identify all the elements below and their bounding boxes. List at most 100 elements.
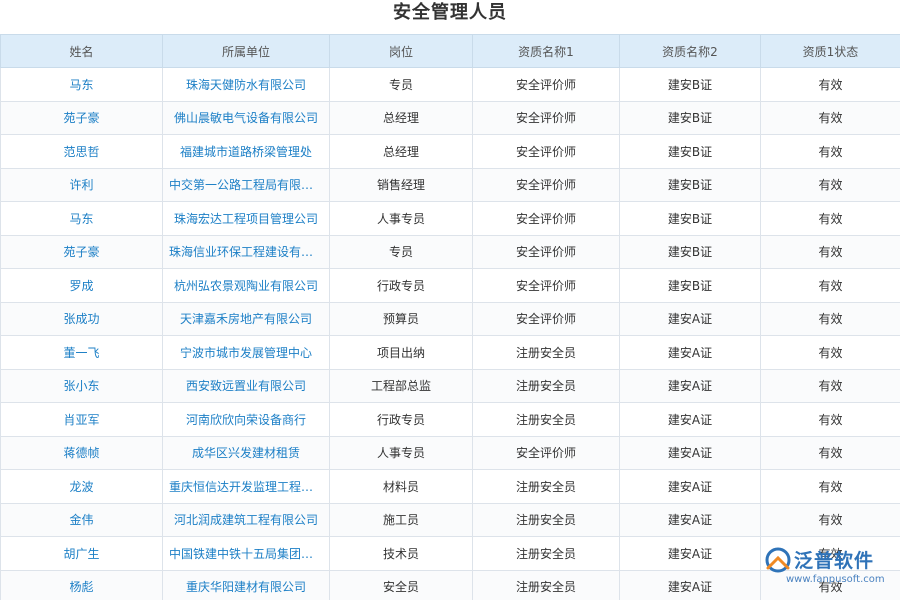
cell-post: 销售经理 bbox=[329, 167, 473, 202]
cell-cert1: 安全评价师 bbox=[472, 234, 620, 269]
cell-unit[interactable]: 成华区兴发建材租赁 bbox=[162, 435, 330, 470]
cell-post: 总经理 bbox=[329, 134, 473, 169]
cell-cert1: 安全评价师 bbox=[472, 201, 620, 236]
cell-post: 行政专员 bbox=[329, 268, 473, 303]
cell-cert2: 建安B证 bbox=[619, 234, 761, 269]
cell-name[interactable]: 张成功 bbox=[0, 301, 163, 336]
cell-name[interactable]: 马东 bbox=[0, 67, 163, 102]
cell-post: 技术员 bbox=[329, 536, 473, 571]
cell-unit[interactable]: 杭州弘农景观陶业有限公司 bbox=[162, 268, 330, 303]
cell-unit[interactable]: 珠海信业环保工程建设有限公司 bbox=[162, 234, 330, 269]
column-header-unit[interactable]: 所属单位 bbox=[162, 34, 330, 68]
table-row[interactable]: 苑子豪 珠海信业环保工程建设有限公司 专员 安全评价师 建安B证 有效 bbox=[0, 234, 900, 269]
table-row[interactable]: 许利 中交第一公路工程局有限公司 销售经理 安全评价师 建安B证 有效 bbox=[0, 167, 900, 202]
table-row[interactable]: 龙波重庆恒信达开发监理工程有限公司材料员注册安全员建安A证有效 bbox=[0, 469, 900, 504]
table-row[interactable]: 肖亚军 河南欣欣向荣设备商行 行政专员 注册安全员 建安A证 有效 bbox=[0, 402, 900, 437]
cell-unit[interactable]: 珠海宏达工程项目管理公司 bbox=[162, 201, 330, 236]
cell-status: 有效 bbox=[760, 201, 900, 236]
cell-cert1: 注册安全员 bbox=[472, 368, 620, 403]
cell-name[interactable]: 马东 bbox=[0, 201, 163, 236]
column-header-post[interactable]: 岗位 bbox=[329, 34, 473, 68]
cell-unit[interactable]: 佛山晨敏电气设备有限公司 bbox=[162, 100, 330, 135]
cell-name[interactable]: 范思哲 bbox=[0, 134, 163, 169]
cell-unit[interactable]: 河北润成建筑工程有限公司 bbox=[162, 502, 330, 537]
cell-status: 有效 bbox=[760, 536, 900, 571]
cell-cert2: 建安A证 bbox=[619, 502, 761, 537]
cell-name[interactable]: 胡广生 bbox=[0, 536, 163, 571]
cell-unit[interactable]: 西安致远置业有限公司 bbox=[162, 368, 330, 403]
cell-status: 有效 bbox=[760, 469, 900, 504]
cell-cert1: 注册安全员 bbox=[472, 569, 620, 600]
page: 安全管理人员 姓名 所属单位 岗位 资质名称1 资质名称2 资质1状态 马东 珠海… bbox=[0, 0, 900, 600]
cell-name[interactable]: 苑子豪 bbox=[0, 234, 163, 269]
cell-name[interactable]: 罗成 bbox=[0, 268, 163, 303]
cell-unit[interactable]: 天津嘉禾房地产有限公司 bbox=[162, 301, 330, 336]
cell-cert1: 安全评价师 bbox=[472, 167, 620, 202]
cell-cert1: 注册安全员 bbox=[472, 469, 620, 504]
table-row[interactable]: 蒋德帧 成华区兴发建材租赁 人事专员 安全评价师 建安A证 有效 bbox=[0, 435, 900, 470]
table-row[interactable]: 杨彪 重庆华阳建材有限公司 安全员 注册安全员 建安A证 有效 bbox=[0, 569, 900, 600]
cell-cert2: 建安B证 bbox=[619, 201, 761, 236]
column-header-cert2[interactable]: 资质名称2 bbox=[619, 34, 761, 68]
cell-post: 总经理 bbox=[329, 100, 473, 135]
cell-cert2: 建安B证 bbox=[619, 100, 761, 135]
cell-name[interactable]: 苑子豪 bbox=[0, 100, 163, 135]
table-body: 马东 珠海天健防水有限公司 专员 安全评价师 建安B证 有效 苑子豪 佛山晨敏电气设备有限公司… bbox=[0, 67, 900, 600]
cell-status: 有效 bbox=[760, 368, 900, 403]
cell-post: 工程部总监 bbox=[329, 368, 473, 403]
cell-name[interactable]: 肖亚军 bbox=[0, 402, 163, 437]
cell-unit[interactable]: 重庆华阳建材有限公司 bbox=[162, 569, 330, 600]
cell-cert1: 注册安全员 bbox=[472, 502, 620, 537]
cell-post: 人事专员 bbox=[329, 435, 473, 470]
cell-post: 施工员 bbox=[329, 502, 473, 537]
table-row[interactable]: 罗成 杭州弘农景观陶业有限公司 行政专员 安全评价师 建安B证 有效 bbox=[0, 268, 900, 303]
cell-status: 有效 bbox=[760, 335, 900, 370]
cell-status: 有效 bbox=[760, 268, 900, 303]
cell-status: 有效 bbox=[760, 301, 900, 336]
cell-name[interactable]: 张小东 bbox=[0, 368, 163, 403]
cell-name[interactable]: 金伟 bbox=[0, 502, 163, 537]
cell-status: 有效 bbox=[760, 569, 900, 600]
cell-cert1: 安全评价师 bbox=[472, 435, 620, 470]
cell-name[interactable]: 蒋德帧 bbox=[0, 435, 163, 470]
table-row[interactable]: 马东 珠海宏达工程项目管理公司 人事专员 安全评价师 建安B证 有效 bbox=[0, 201, 900, 236]
cell-cert2: 建安A证 bbox=[619, 569, 761, 600]
cell-unit[interactable]: 珠海天健防水有限公司 bbox=[162, 67, 330, 102]
cell-unit[interactable]: 宁波市城市发展管理中心 bbox=[162, 335, 330, 370]
cell-post: 材料员 bbox=[329, 469, 473, 504]
cell-unit[interactable]: 福建城市道路桥梁管理处 bbox=[162, 134, 330, 169]
cell-name[interactable]: 杨彪 bbox=[0, 569, 163, 600]
cell-cert2: 建安B证 bbox=[619, 167, 761, 202]
table-row[interactable]: 张小东 西安致远置业有限公司 工程部总监 注册安全员 建安A证 有效 bbox=[0, 368, 900, 403]
cell-post: 项目出纳 bbox=[329, 335, 473, 370]
cell-unit[interactable]: 河南欣欣向荣设备商行 bbox=[162, 402, 330, 437]
column-header-cert1[interactable]: 资质名称1 bbox=[472, 34, 620, 68]
table-row[interactable]: 马东 珠海天健防水有限公司 专员 安全评价师 建安B证 有效 bbox=[0, 67, 900, 102]
cell-unit[interactable]: 中国铁建中铁十五局集团有限公司 bbox=[162, 536, 330, 571]
cell-name[interactable]: 董一飞 bbox=[0, 335, 163, 370]
table-row[interactable]: 范思哲 福建城市道路桥梁管理处 总经理 安全评价师 建安B证 有效 bbox=[0, 134, 900, 169]
personnel-table: 姓名 所属单位 岗位 资质名称1 资质名称2 资质1状态 马东 珠海天健防水有限公… bbox=[0, 34, 900, 600]
cell-cert2: 建安A证 bbox=[619, 402, 761, 437]
cell-status: 有效 bbox=[760, 502, 900, 537]
cell-status: 有效 bbox=[760, 402, 900, 437]
cell-cert2: 建安B证 bbox=[619, 67, 761, 102]
cell-status: 有效 bbox=[760, 167, 900, 202]
cell-status: 有效 bbox=[760, 134, 900, 169]
cell-cert1: 安全评价师 bbox=[472, 301, 620, 336]
table-row[interactable]: 胡广生中国铁建中铁十五局集团有限公司技术员注册安全员建安A证有效 bbox=[0, 536, 900, 571]
table-header-row: 姓名 所属单位 岗位 资质名称1 资质名称2 资质1状态 bbox=[0, 34, 900, 68]
table-row[interactable]: 苑子豪 佛山晨敏电气设备有限公司 总经理 安全评价师 建安B证 有效 bbox=[0, 100, 900, 135]
table-row[interactable]: 张成功 天津嘉禾房地产有限公司 预算员 安全评价师 建安A证 有效 bbox=[0, 301, 900, 336]
column-header-status[interactable]: 资质1状态 bbox=[760, 34, 900, 68]
column-header-name[interactable]: 姓名 bbox=[0, 34, 163, 68]
cell-status: 有效 bbox=[760, 435, 900, 470]
cell-unit[interactable]: 重庆恒信达开发监理工程有限公司 bbox=[162, 469, 330, 504]
cell-cert2: 建安A证 bbox=[619, 301, 761, 336]
cell-unit[interactable]: 中交第一公路工程局有限公司 bbox=[162, 167, 330, 202]
cell-cert1: 安全评价师 bbox=[472, 268, 620, 303]
cell-name[interactable]: 龙波 bbox=[0, 469, 163, 504]
table-row[interactable]: 董一飞 宁波市城市发展管理中心 项目出纳 注册安全员 建安A证 有效 bbox=[0, 335, 900, 370]
cell-name[interactable]: 许利 bbox=[0, 167, 163, 202]
table-row[interactable]: 金伟 河北润成建筑工程有限公司 施工员 注册安全员 建安A证 有效 bbox=[0, 502, 900, 537]
